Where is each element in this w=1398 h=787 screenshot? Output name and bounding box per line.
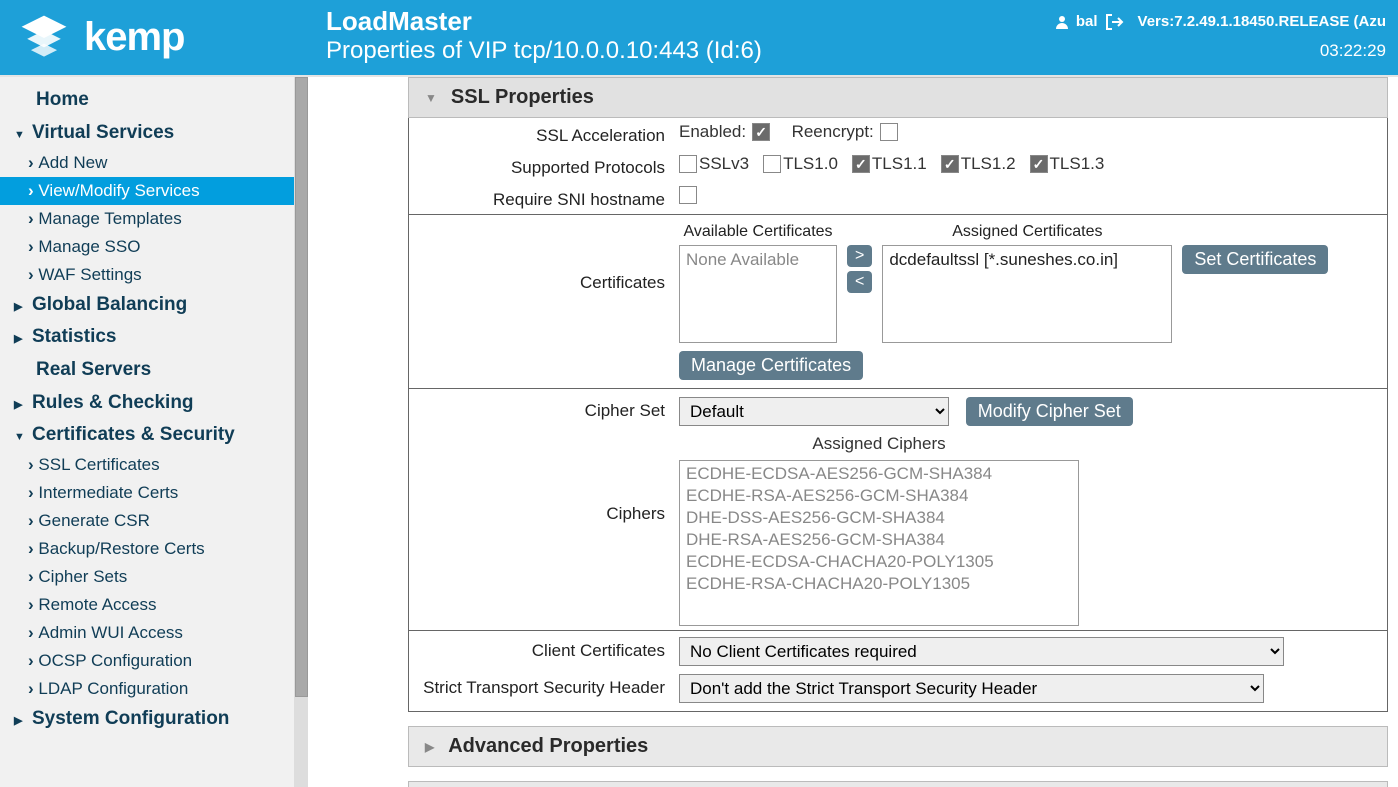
nav-manage-sso[interactable]: Manage SSO — [0, 233, 294, 261]
nav-manage-templates[interactable]: Manage Templates — [0, 205, 294, 233]
nav-virtual-services[interactable]: Virtual Services — [0, 117, 294, 149]
label-require-sni: Require SNI hostname — [419, 186, 679, 210]
label-protocol: TLS1.0 — [783, 154, 838, 174]
checkbox-protocol-tls10[interactable] — [763, 155, 781, 173]
section-waf-options[interactable]: ▶ WAF Options — [408, 781, 1388, 787]
label-protocol: TLS1.1 — [872, 154, 927, 174]
nav-ssl-certificates[interactable]: SSL Certificates — [0, 451, 294, 479]
brand-name: kemp — [84, 15, 185, 60]
select-hsts[interactable]: Don't add the Strict Transport Security … — [679, 674, 1264, 703]
move-right-button[interactable]: > — [847, 245, 872, 267]
nav-intermediate-certs[interactable]: Intermediate Certs — [0, 479, 294, 507]
label-available-certs: Available Certificates — [679, 223, 837, 241]
nav-global-balancing[interactable]: Global Balancing — [0, 289, 294, 321]
version-text: Vers:7.2.49.1.18450.RELEASE (Azu — [1138, 13, 1386, 30]
label-protocol: SSLv3 — [699, 154, 749, 174]
nav-backup-restore-certs[interactable]: Backup/Restore Certs — [0, 535, 294, 563]
logout-icon[interactable] — [1104, 13, 1124, 31]
manage-certificates-button[interactable]: Manage Certificates — [679, 351, 863, 380]
cipher-item[interactable]: ECDHE-RSA-CHACHA20-POLY1305 — [686, 573, 1072, 595]
chevron-down-icon: ▼ — [425, 91, 437, 105]
product-title: LoadMaster — [326, 6, 472, 37]
nav-ldap-configuration[interactable]: LDAP Configuration — [0, 675, 294, 703]
chevron-down-icon — [14, 424, 32, 446]
nav-home[interactable]: Home — [0, 83, 294, 117]
select-client-certificates[interactable]: No Client Certificates required — [679, 637, 1284, 666]
chevron-right-icon — [14, 708, 32, 730]
nav-admin-wui-access[interactable]: Admin WUI Access — [0, 619, 294, 647]
chevron-right-icon — [14, 294, 32, 316]
sidebar-scrollbar[interactable] — [295, 77, 308, 787]
chevron-right-icon: ▶ — [425, 740, 434, 754]
label-ciphers: Ciphers — [419, 434, 679, 524]
chevron-right-icon — [14, 392, 32, 414]
move-left-button[interactable]: < — [847, 271, 872, 293]
section-ssl-properties[interactable]: ▼ SSL Properties — [408, 77, 1388, 118]
checkbox-require-sni[interactable] — [679, 186, 697, 204]
section-advanced-properties[interactable]: ▶ Advanced Properties — [408, 726, 1388, 767]
cipher-item[interactable]: ECDHE-ECDSA-CHACHA20-POLY1305 — [686, 551, 1072, 573]
ssl-properties-form: SSL Acceleration Enabled: Reencrypt: Sup… — [408, 118, 1388, 712]
cipher-item[interactable]: ECDHE-RSA-AES256-GCM-SHA384 — [686, 485, 1072, 507]
modify-cipher-set-button[interactable]: Modify Cipher Set — [966, 397, 1133, 426]
cipher-item[interactable]: DHE-RSA-AES256-GCM-SHA384 — [686, 529, 1072, 551]
brand-icon — [16, 10, 72, 66]
clock: 03:22:29 — [1320, 41, 1386, 61]
sidebar: Home Virtual Services Add New View/Modif… — [0, 77, 295, 787]
list-assigned-ciphers[interactable]: ECDHE-ECDSA-AES256-GCM-SHA384ECDHE-RSA-A… — [679, 460, 1079, 626]
cipher-item[interactable]: DHE-DSS-AES256-GCM-SHA384 — [686, 507, 1072, 529]
label-certificates: Certificates — [419, 223, 679, 293]
set-certificates-button[interactable]: Set Certificates — [1182, 245, 1328, 274]
cipher-item[interactable]: ECDHE-ECDSA-AES256-GCM-SHA384 — [686, 463, 1072, 485]
content-area: ▼ SSL Properties SSL Acceleration Enable… — [308, 77, 1398, 787]
nav-certs-security[interactable]: Certificates & Security — [0, 419, 294, 451]
select-cipher-set[interactable]: Default — [679, 397, 949, 426]
checkbox-protocol-sslv3[interactable] — [679, 155, 697, 173]
nav-remote-access[interactable]: Remote Access — [0, 591, 294, 619]
checkbox-protocol-tls13[interactable] — [1030, 155, 1048, 173]
label-assigned-ciphers: Assigned Ciphers — [679, 434, 1079, 454]
user-block[interactable]: bal — [1054, 13, 1124, 31]
label-hsts: Strict Transport Security Header — [419, 674, 679, 698]
nav-real-servers[interactable]: Real Servers — [0, 353, 294, 387]
user-icon — [1054, 14, 1070, 30]
checkbox-protocol-tls11[interactable] — [852, 155, 870, 173]
label-cipher-set: Cipher Set — [419, 397, 679, 421]
page-title: Properties of VIP tcp/10.0.0.10:443 (Id:… — [326, 37, 762, 65]
chevron-down-icon — [14, 122, 32, 144]
label-reencrypt: Reencrypt: — [792, 122, 874, 142]
list-assigned-certs[interactable]: dcdefaultssl [*.suneshes.co.in] — [882, 245, 1172, 343]
chevron-right-icon — [14, 326, 32, 348]
checkbox-protocol-tls12[interactable] — [941, 155, 959, 173]
label-enabled: Enabled: — [679, 122, 746, 142]
nav-view-modify-services[interactable]: View/Modify Services — [0, 177, 294, 205]
header: kemp LoadMaster bal Vers:7.2.49.1.18450.… — [0, 0, 1398, 75]
label-supported-protocols: Supported Protocols — [419, 154, 679, 178]
nav-system-configuration[interactable]: System Configuration — [0, 703, 294, 735]
label-protocol: TLS1.2 — [961, 154, 1016, 174]
label-client-certificates: Client Certificates — [419, 637, 679, 661]
label-assigned-certs: Assigned Certificates — [882, 223, 1172, 241]
checkbox-ssl-enabled[interactable] — [752, 123, 770, 141]
logo-area: kemp — [0, 0, 308, 75]
checkbox-reencrypt[interactable] — [880, 123, 898, 141]
nav-cipher-sets[interactable]: Cipher Sets — [0, 563, 294, 591]
label-protocol: TLS1.3 — [1050, 154, 1105, 174]
nav-add-new[interactable]: Add New — [0, 149, 294, 177]
nav-rules-checking[interactable]: Rules & Checking — [0, 387, 294, 419]
label-ssl-acceleration: SSL Acceleration — [419, 122, 679, 146]
nav-waf-settings[interactable]: WAF Settings — [0, 261, 294, 289]
user-name: bal — [1076, 13, 1098, 30]
nav-ocsp-configuration[interactable]: OCSP Configuration — [0, 647, 294, 675]
nav-statistics[interactable]: Statistics — [0, 321, 294, 353]
nav-generate-csr[interactable]: Generate CSR — [0, 507, 294, 535]
list-available-certs[interactable]: None Available — [679, 245, 837, 343]
